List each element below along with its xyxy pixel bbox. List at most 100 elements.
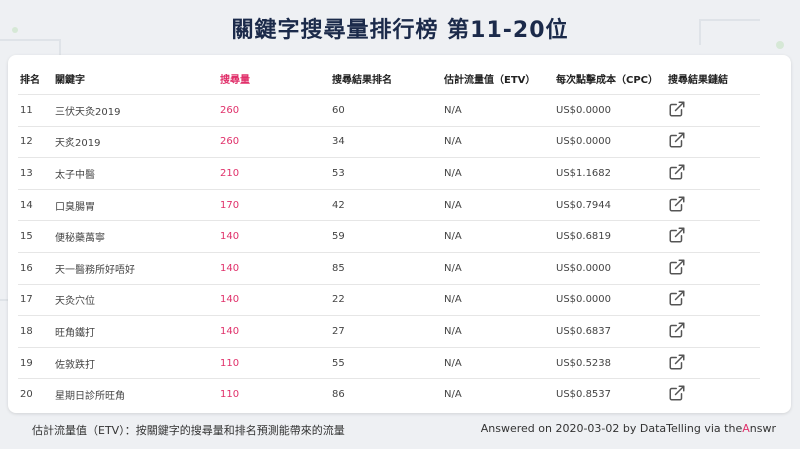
- cell-volume: 110: [218, 378, 330, 410]
- external-link-icon[interactable]: [668, 131, 686, 149]
- cell-etv: N/A: [442, 378, 554, 410]
- credit-suffix: nswr: [749, 422, 776, 435]
- cell-rank: 20: [18, 378, 53, 410]
- cell-rank: 15: [18, 220, 53, 253]
- cell-keyword: 佐敦跌打: [53, 346, 218, 379]
- cell-cpc: US$0.8537: [554, 378, 666, 410]
- table-header-row: 排名 關鍵字 搜尋量 搜尋結果排名 估計流量值（ETV） 每次點擊成本（CPC）…: [18, 63, 760, 95]
- cell-link: [666, 125, 760, 158]
- header-keyword: 關鍵字: [55, 75, 85, 86]
- credit-line: Answered on 2020-03-02 by DataTelling vi…: [481, 422, 776, 435]
- cell-rank: 11: [18, 94, 53, 127]
- external-link-icon[interactable]: [668, 226, 686, 244]
- cell-link: [666, 157, 760, 190]
- cell-link: [666, 346, 760, 379]
- external-link-icon[interactable]: [668, 289, 686, 307]
- cell-serp-rank: 86: [330, 378, 442, 410]
- cell-keyword: 天一醫務所好唔好: [53, 251, 218, 285]
- cell-rank: 19: [18, 346, 53, 379]
- header-link: 搜尋結果鏈結: [668, 75, 728, 86]
- cell-rank: 16: [18, 251, 53, 285]
- cell-etv: N/A: [442, 346, 554, 379]
- cell-keyword: 星期日診所旺角: [53, 378, 218, 410]
- cell-cpc: US$0.6837: [554, 315, 666, 348]
- cell-etv: N/A: [442, 315, 554, 348]
- table-row: 13 太子中醫 210 53 N/A US$1.1682: [18, 157, 760, 190]
- table-row: 20 星期日診所旺角 110 86 N/A US$0.8537: [18, 378, 760, 410]
- header-volume: 搜尋量: [220, 75, 250, 86]
- credit-prefix: Answered on 2020-03-02 by DataTelling vi…: [480, 422, 743, 435]
- keyword-ranking-table: 排名 關鍵字 搜尋量 搜尋結果排名 估計流量值（ETV） 每次點擊成本（CPC）…: [18, 63, 760, 410]
- cell-keyword: 天灸穴位: [53, 283, 218, 316]
- cell-cpc: US$0.0000: [554, 251, 666, 285]
- external-link-icon[interactable]: [668, 353, 686, 371]
- cell-volume: 110: [218, 346, 330, 379]
- cell-cpc: US$0.0000: [554, 94, 666, 127]
- cell-serp-rank: 60: [330, 94, 442, 127]
- cell-volume: 210: [218, 157, 330, 190]
- cell-link: [666, 220, 760, 253]
- table-row: 17 天灸穴位 140 22 N/A US$0.0000: [18, 283, 760, 316]
- header-cpc: 每次點擊成本（CPC）: [556, 75, 659, 86]
- cell-rank: 14: [18, 188, 53, 221]
- table-row: 15 便秘藥萬寧 140 59 N/A US$0.6819: [18, 220, 760, 253]
- cell-cpc: US$0.7944: [554, 188, 666, 221]
- header-etv: 估計流量值（ETV）: [444, 75, 536, 86]
- table-row: 19 佐敦跌打 110 55 N/A US$0.5238: [18, 346, 760, 379]
- cell-serp-rank: 59: [330, 220, 442, 253]
- cell-link: [666, 251, 760, 285]
- cell-serp-rank: 27: [330, 315, 442, 348]
- cell-volume: 260: [218, 94, 330, 127]
- cell-cpc: US$0.5238: [554, 346, 666, 379]
- cell-volume: 140: [218, 251, 330, 285]
- table-row: 16 天一醫務所好唔好 140 85 N/A US$0.0000: [18, 251, 760, 285]
- cell-volume: 260: [218, 125, 330, 158]
- table-row: 18 旺角鐵打 140 27 N/A US$0.6837: [18, 315, 760, 348]
- cell-rank: 18: [18, 315, 53, 348]
- cell-rank: 13: [18, 157, 53, 190]
- cell-link: [666, 94, 760, 127]
- cell-keyword: 口臭腸胃: [53, 188, 218, 221]
- table-row: 14 口臭腸胃 170 42 N/A US$0.7944: [18, 188, 760, 221]
- header-serp-rank: 搜尋結果排名: [332, 75, 392, 86]
- cell-link: [666, 283, 760, 316]
- cell-cpc: US$0.0000: [554, 125, 666, 158]
- cell-link: [666, 378, 760, 410]
- external-link-icon[interactable]: [668, 384, 686, 402]
- cell-keyword: 天炙2019: [53, 125, 218, 158]
- cell-link: [666, 188, 760, 221]
- cell-cpc: US$1.1682: [554, 157, 666, 190]
- cell-serp-rank: 85: [330, 251, 442, 285]
- cell-etv: N/A: [442, 251, 554, 285]
- table-row: 12 天炙2019 260 34 N/A US$0.0000: [18, 125, 760, 158]
- cell-etv: N/A: [442, 157, 554, 190]
- cell-link: [666, 315, 760, 348]
- cell-keyword: 便秘藥萬寧: [53, 220, 218, 253]
- cell-volume: 140: [218, 315, 330, 348]
- cell-etv: N/A: [442, 94, 554, 127]
- external-link-icon[interactable]: [668, 321, 686, 339]
- keyword-table-card: 排名 關鍵字 搜尋量 搜尋結果排名 估計流量值（ETV） 每次點擊成本（CPC）…: [8, 55, 791, 413]
- cell-rank: 17: [18, 283, 53, 316]
- cell-etv: N/A: [442, 125, 554, 158]
- external-link-icon[interactable]: [668, 100, 686, 118]
- cell-serp-rank: 42: [330, 188, 442, 221]
- cell-serp-rank: 34: [330, 125, 442, 158]
- cell-volume: 140: [218, 283, 330, 316]
- cell-cpc: US$0.6819: [554, 220, 666, 253]
- cell-keyword: 三伏天灸2019: [53, 94, 218, 127]
- cell-etv: N/A: [442, 188, 554, 221]
- external-link-icon[interactable]: [668, 163, 686, 181]
- cell-etv: N/A: [442, 283, 554, 316]
- cell-serp-rank: 53: [330, 157, 442, 190]
- etv-footnote: 估計流量值（ETV）：按關鍵字的搜尋量和排名預測能帶來的流量: [32, 424, 345, 437]
- external-link-icon[interactable]: [668, 195, 686, 213]
- cell-volume: 170: [218, 188, 330, 221]
- cell-cpc: US$0.0000: [554, 283, 666, 316]
- table-row: 11 三伏天灸2019 260 60 N/A US$0.0000: [18, 94, 760, 127]
- cell-keyword: 太子中醫: [53, 157, 218, 190]
- header-rank: 排名: [20, 75, 40, 86]
- cell-serp-rank: 55: [330, 346, 442, 379]
- external-link-icon[interactable]: [668, 258, 686, 276]
- cell-keyword: 旺角鐵打: [53, 315, 218, 348]
